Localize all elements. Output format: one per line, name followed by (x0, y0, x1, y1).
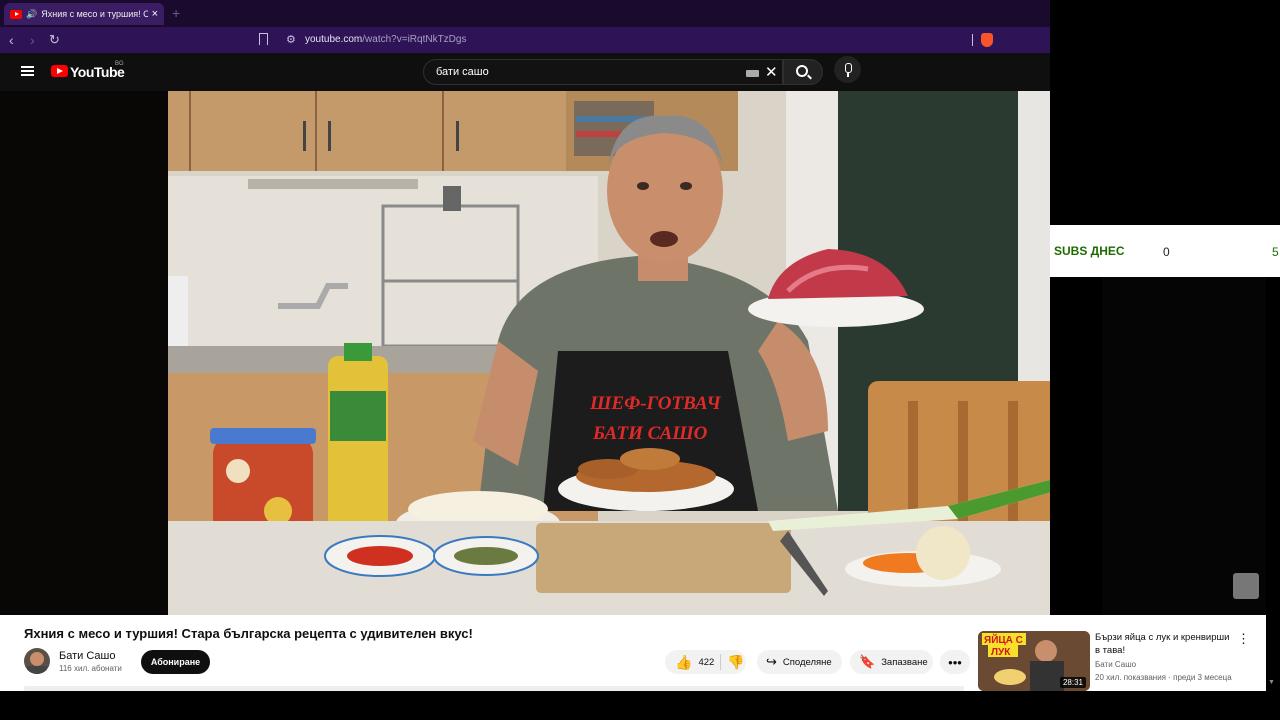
site-info-icon[interactable]: ⚙ (286, 33, 296, 46)
recommended-title[interactable]: Бързи яйца с лук и кренвирши в тава! (1095, 631, 1235, 657)
dislike-icon[interactable]: 👎 (727, 654, 744, 671)
screen: { "browser": { "tab_title": "Яхния с мес… (0, 0, 1280, 720)
thumb-text-2: ЛУК (991, 647, 1011, 658)
voice-search-button[interactable] (834, 56, 861, 83)
recommended-meta: 20 хил. показвания · преди 3 месеца (1095, 673, 1232, 682)
close-tab-icon[interactable]: × (152, 8, 158, 20)
keyboard-icon[interactable] (746, 70, 759, 77)
share-button[interactable]: ↪ Споделяне (757, 650, 842, 674)
onion (916, 526, 970, 580)
new-tab-button[interactable]: + (172, 5, 180, 21)
like-count[interactable]: 422 (698, 657, 714, 668)
channel-avatar-image (27, 652, 47, 674)
youtube-logo-icon[interactable] (51, 65, 68, 77)
save-icon: 🔖 (859, 654, 876, 669)
subscribe-button[interactable]: Абониране (141, 650, 210, 674)
region-code: BG (115, 61, 124, 67)
back-icon[interactable]: ‹ (9, 32, 14, 48)
share-icon: ↪ (766, 654, 777, 669)
cutting-board (536, 523, 791, 593)
oil-bottle (328, 356, 388, 531)
search-query: бати сашо (436, 66, 489, 78)
subs-today-label: SUBS ДНЕС (1054, 244, 1125, 258)
like-divider (720, 654, 721, 670)
url-field[interactable]: youtube.com/watch?v=iRqtNkTzDgs (305, 34, 466, 45)
clear-search-icon[interactable]: ✕ (765, 63, 778, 81)
subscriber-count: 116 хил. абонати (59, 664, 122, 673)
channel-avatar[interactable] (24, 648, 50, 674)
upper-cabinets (168, 91, 568, 171)
video-frame: ШЕФ-ГОТВАЧ БАТИ САШО (168, 91, 1102, 615)
subs-today-widget: SUBS ДНЕС 0 5 (1050, 225, 1280, 277)
video-info-panel: Яхния с месо и туршия! Стара българска р… (0, 615, 1266, 691)
search-input[interactable]: бати сашо ✕ (423, 59, 783, 85)
youtube-header: YouTube BG бати сашо ✕ (0, 53, 1050, 91)
recommended-thumbnail[interactable]: ЯЙЦА С ЛУК 28:31 (978, 631, 1090, 691)
reload-icon[interactable]: ↻ (49, 32, 60, 48)
video-player[interactable]: ШЕФ-ГОТВАЧ БАТИ САШО (168, 91, 1102, 615)
share-label: Споделяне (782, 656, 832, 668)
bookmark-icon[interactable] (259, 33, 268, 45)
apron-text-1: ШЕФ-ГОТВАЧ (589, 393, 722, 414)
video-left-letterbox (0, 91, 168, 615)
apron-text-2: БАТИ САШО (592, 423, 708, 444)
channel-name[interactable]: Бати Сашо (59, 650, 115, 662)
scroll-down-icon[interactable]: ▼ (1268, 679, 1275, 686)
browser-tab-bar: 🔊 Яхния с месо и туршия! Ста × + (0, 0, 1050, 27)
like-dislike-group: 👍 422 👎 (665, 650, 746, 674)
tab-title: Яхния с месо и туршия! Ста (41, 9, 148, 19)
thumb-text-1: ЯЙЦА С (984, 633, 1023, 646)
menu-icon[interactable] (21, 66, 34, 76)
youtube-favicon-icon (10, 9, 22, 19)
more-actions-button[interactable]: ••• (940, 650, 970, 674)
browser-tab[interactable]: 🔊 Яхния с месо и туршия! Ста × (4, 3, 164, 25)
address-bar: ‹ › ↻ ⚙ youtube.com/watch?v=iRqtNkTzDgs (0, 27, 1050, 53)
search-icon (796, 65, 808, 77)
search-button[interactable] (783, 59, 823, 85)
brave-shields-icon[interactable] (981, 33, 993, 47)
video-right-letterbox (1102, 277, 1266, 615)
url-host: youtube.com (305, 34, 363, 45)
video-duration: 28:31 (1059, 677, 1086, 688)
taskbar-strip (0, 691, 1280, 720)
speaker-icon[interactable]: 🔊 (26, 9, 37, 20)
save-button[interactable]: 🔖 Запазване (850, 650, 933, 674)
forward-icon[interactable]: › (30, 32, 35, 48)
subs-today-value: 0 (1163, 245, 1170, 259)
like-icon[interactable]: 👍 (675, 654, 692, 671)
recommended-channel[interactable]: Бати Сашо (1095, 660, 1136, 669)
save-label: Запазване (881, 656, 928, 668)
floating-avatar[interactable] (1233, 573, 1259, 599)
recommended-menu-icon[interactable]: ⋮ (1237, 631, 1250, 647)
toolbar-divider (972, 34, 973, 46)
subs-today-secondary-value: 5 (1272, 245, 1279, 259)
url-path: /watch?v=iRqtNkTzDgs (362, 34, 467, 45)
video-title: Яхния с месо и туршия! Стара българска р… (24, 626, 473, 641)
